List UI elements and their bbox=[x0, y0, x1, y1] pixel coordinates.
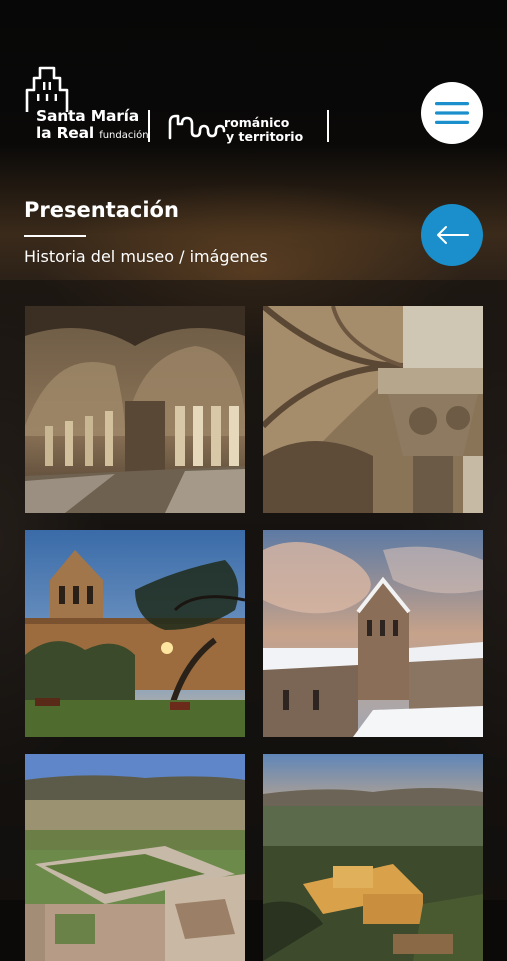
romanico-text: románico y territorio bbox=[224, 116, 303, 144]
image-gallery bbox=[0, 280, 507, 961]
brand-name: Santa María la Real fundación bbox=[36, 108, 149, 144]
gallery-image-aerial-dusk[interactable] bbox=[263, 754, 483, 961]
gallery-image-tower-dusk[interactable] bbox=[25, 530, 245, 737]
romanico-line2: y territorio bbox=[226, 129, 304, 144]
back-button[interactable] bbox=[421, 204, 483, 266]
gallery-image-snow[interactable] bbox=[263, 530, 483, 737]
hamburger-menu-icon bbox=[435, 102, 469, 124]
gallery-image-vault[interactable] bbox=[263, 306, 483, 513]
page-title: Presentación bbox=[24, 198, 179, 222]
arrow-left-icon bbox=[437, 226, 469, 244]
logo-divider-end bbox=[327, 110, 329, 142]
romanico-line1: románico bbox=[224, 115, 290, 130]
gallery-image-aerial[interactable] bbox=[25, 754, 245, 961]
menu-button[interactable] bbox=[421, 82, 483, 144]
brand-logo[interactable]: Santa María la Real fundación románico y… bbox=[24, 64, 344, 150]
gallery-image-cloister[interactable] bbox=[25, 306, 245, 513]
tower-dusk-image bbox=[25, 530, 245, 737]
snow-image bbox=[263, 530, 483, 737]
aerial-dusk-image bbox=[263, 754, 483, 961]
brand-name-line1: Santa María bbox=[36, 107, 140, 125]
brand-name-line2: la Real bbox=[36, 124, 94, 142]
aerial-image bbox=[25, 754, 245, 961]
title-underline bbox=[24, 235, 86, 237]
vault-image bbox=[263, 306, 483, 513]
brand-fundacion: fundación bbox=[99, 130, 149, 141]
cloister-image bbox=[25, 306, 245, 513]
logo-divider bbox=[148, 110, 150, 142]
romanico-logo-icon bbox=[168, 114, 226, 140]
header: Santa María la Real fundación románico y… bbox=[0, 0, 507, 170]
page-subtitle: Historia del museo / imágenes bbox=[24, 247, 268, 266]
